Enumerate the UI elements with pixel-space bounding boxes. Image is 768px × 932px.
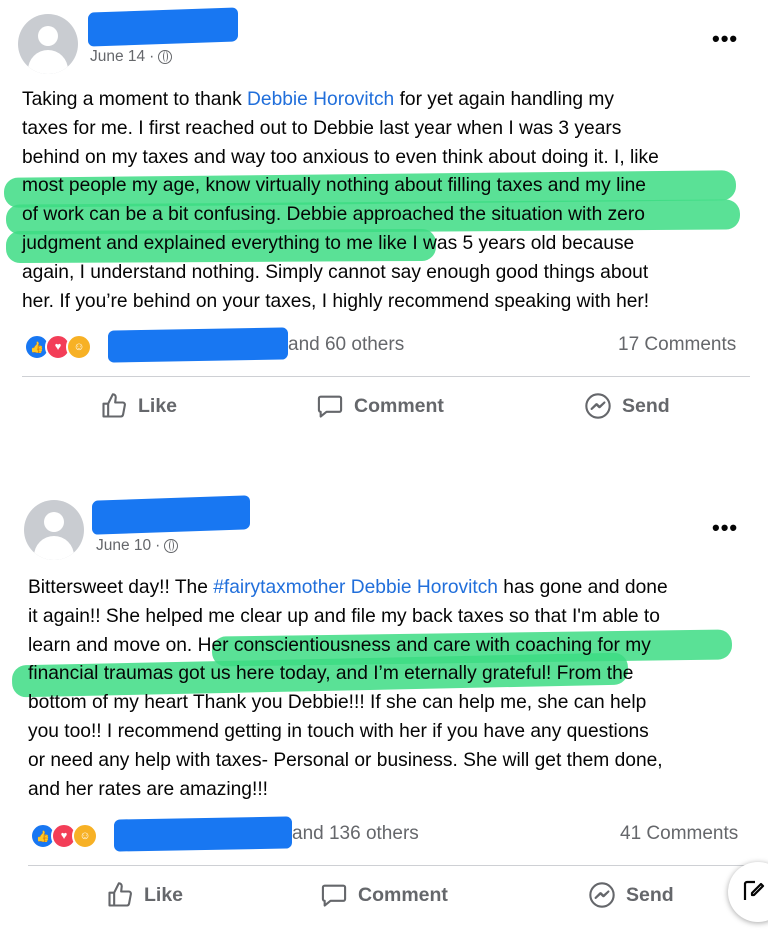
avatar[interactable]	[18, 14, 78, 74]
comments-count[interactable]: 41 Comments	[620, 823, 738, 845]
avatar[interactable]	[24, 500, 84, 560]
comment-icon	[321, 884, 347, 907]
reactions-count[interactable]: and 60 others	[288, 334, 404, 356]
post-body: Bittersweet day!! The #fairytaxmother De…	[28, 577, 668, 800]
post-meta: June 10 ·	[96, 537, 179, 555]
mention-link[interactable]: Debbie Horovitch	[247, 89, 394, 110]
post-meta: June 14 ·	[90, 48, 173, 66]
redacted-author-name	[88, 7, 238, 47]
reactions-count[interactable]: and 136 others	[292, 823, 419, 845]
comments-count[interactable]: 17 Comments	[618, 334, 736, 356]
hashtag-mention-link[interactable]: #fairytaxmother Debbie Horovitch	[213, 577, 498, 598]
send-button[interactable]: Send	[588, 881, 674, 909]
divider	[28, 865, 754, 866]
more-icon[interactable]: •••	[712, 26, 738, 52]
edit-icon	[743, 880, 765, 900]
like-icon	[102, 393, 126, 418]
post-date[interactable]: June 10	[96, 537, 151, 555]
like-icon	[108, 882, 132, 907]
reactions[interactable]: 👍 ♥ ☺	[30, 823, 98, 849]
more-icon[interactable]: •••	[712, 515, 738, 541]
redacted-reactor-names	[108, 327, 288, 363]
redacted-author-name	[92, 495, 250, 535]
divider	[22, 376, 750, 377]
post-body: Taking a moment to thank Debbie Horovitc…	[22, 89, 659, 312]
care-reaction-icon: ☺	[72, 823, 98, 849]
comment-icon	[317, 395, 343, 418]
like-button[interactable]: Like	[100, 392, 177, 420]
messenger-icon	[585, 393, 611, 419]
comment-button[interactable]: Comment	[320, 881, 448, 909]
globe-icon	[164, 539, 179, 553]
comment-button[interactable]: Comment	[316, 392, 444, 420]
redacted-reactor-names	[114, 816, 292, 852]
care-reaction-icon: ☺	[66, 334, 92, 360]
messenger-icon	[589, 882, 615, 908]
new-message-button[interactable]	[728, 862, 768, 922]
post-date[interactable]: June 14	[90, 48, 145, 66]
reactions[interactable]: 👍 ♥ ☺	[24, 334, 92, 360]
globe-icon	[158, 50, 173, 64]
send-button[interactable]: Send	[584, 392, 670, 420]
like-button[interactable]: Like	[106, 881, 183, 909]
